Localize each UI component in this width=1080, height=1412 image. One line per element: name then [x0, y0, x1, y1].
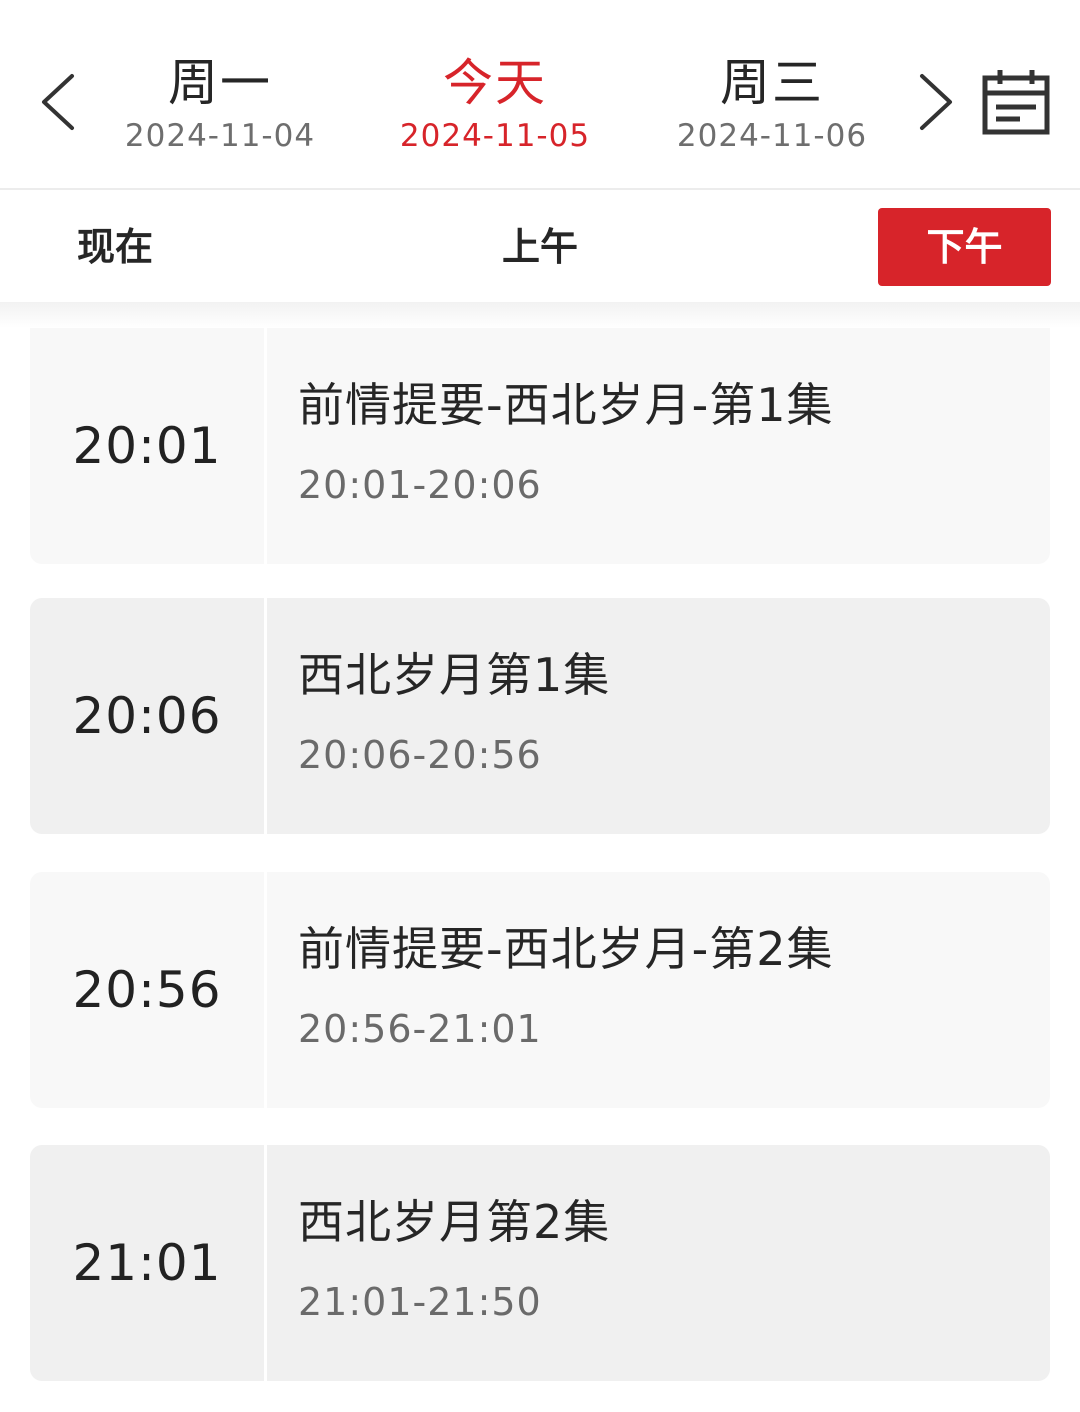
program-card[interactable]: 20:06 西北岁月第1集 20:06-20:56	[30, 598, 1050, 834]
program-title: 前情提要-西北岁月-第1集	[298, 378, 834, 432]
list-top-shadow	[0, 302, 1080, 328]
program-start-time: 21:01	[72, 1234, 222, 1292]
program-start-time: 20:01	[72, 417, 222, 475]
program-title: 前情提要-西北岁月-第2集	[298, 922, 834, 976]
program-title: 西北岁月第1集	[298, 648, 611, 702]
program-time-range: 20:01-20:06	[298, 463, 542, 507]
program-time-range: 20:06-20:56	[298, 733, 542, 777]
program-start-time: 20:56	[72, 961, 222, 1019]
day-date: 2024-11-06	[676, 118, 868, 154]
card-separator	[264, 328, 267, 564]
period-tab-bar: 现在 上午 下午	[0, 190, 1080, 302]
card-separator	[264, 598, 267, 834]
tab-afternoon[interactable]: 下午	[878, 208, 1051, 286]
day-weekday: 周三	[720, 54, 824, 112]
calendar-icon[interactable]	[980, 66, 1052, 138]
program-time-range: 20:56-21:01	[298, 1007, 542, 1051]
day-tab-today[interactable]: 今天 2024-11-05	[365, 50, 625, 156]
day-date: 2024-11-05	[399, 118, 591, 154]
program-time-range: 21:01-21:50	[298, 1280, 542, 1324]
date-navigation-bar: 周一 2024-11-04 今天 2024-11-05 周三 2024-11-0…	[0, 0, 1080, 188]
day-date: 2024-11-04	[124, 118, 316, 154]
tab-morning[interactable]: 上午	[470, 208, 610, 286]
day-tab-monday[interactable]: 周一 2024-11-04	[90, 50, 350, 156]
tab-now[interactable]: 现在	[56, 208, 174, 286]
day-weekday: 今天	[443, 54, 547, 112]
program-card[interactable]: 20:56 前情提要-西北岁月-第2集 20:56-21:01	[30, 872, 1050, 1108]
chevron-left-icon[interactable]	[36, 70, 80, 134]
day-weekday: 周一	[168, 54, 272, 112]
program-card[interactable]: 20:01 前情提要-西北岁月-第1集 20:01-20:06	[30, 328, 1050, 564]
card-separator	[264, 872, 267, 1108]
program-title: 西北岁月第2集	[298, 1195, 611, 1249]
program-card[interactable]: 21:01 西北岁月第2集 21:01-21:50	[30, 1145, 1050, 1381]
program-start-time: 20:06	[72, 687, 222, 745]
card-separator	[264, 1145, 267, 1381]
chevron-right-icon[interactable]	[914, 70, 958, 134]
program-list[interactable]: 20:01 前情提要-西北岁月-第1集 20:01-20:06 20:06 西北…	[0, 302, 1080, 1412]
day-tab-wednesday[interactable]: 周三 2024-11-06	[642, 50, 902, 156]
